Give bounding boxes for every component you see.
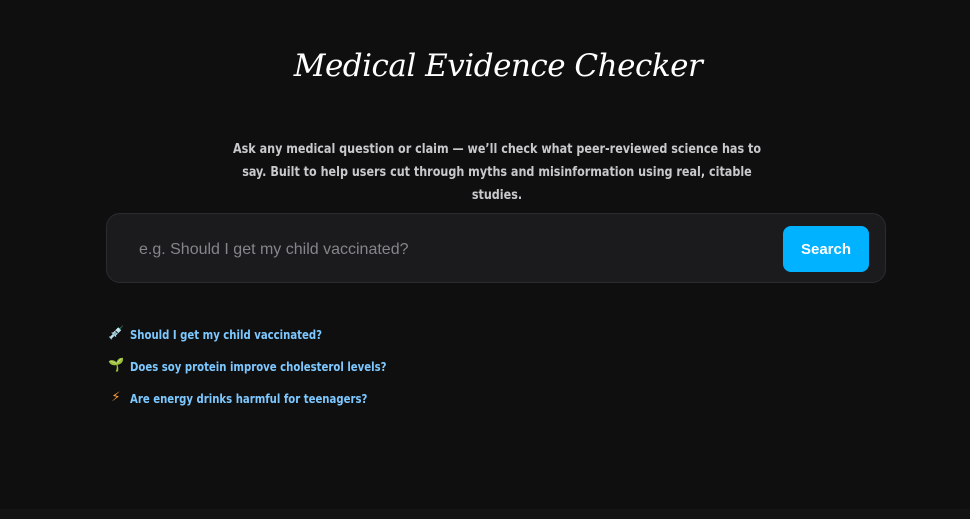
- search-input[interactable]: [137, 232, 761, 268]
- example-question-text[interactable]: Does soy protein improve cholesterol lev…: [130, 359, 386, 374]
- bottom-edge: [0, 509, 970, 519]
- example-question-text[interactable]: Should I get my child vaccinated?: [130, 327, 322, 342]
- seedling-icon: 🌱: [108, 358, 125, 373]
- example-question-text[interactable]: Are energy drinks harmful for teenagers?: [130, 391, 367, 406]
- example-questions: 💉 Should I get my child vaccinated? 🌱 Do…: [108, 324, 415, 420]
- example-question-soy-protein[interactable]: 🌱 Does soy protein improve cholesterol l…: [108, 356, 415, 376]
- search-button[interactable]: Search: [783, 226, 869, 272]
- example-question-vaccination[interactable]: 💉 Should I get my child vaccinated?: [108, 324, 415, 344]
- example-question-energy-drinks[interactable]: ⚡ Are energy drinks harmful for teenager…: [108, 388, 415, 408]
- page: Medical Evidence Checker Ask any medical…: [0, 0, 970, 509]
- page-description: Ask any medical question or claim — we’l…: [232, 141, 762, 203]
- search-box: Search: [106, 213, 886, 283]
- lightning-icon: ⚡: [111, 390, 121, 405]
- syringe-icon: 💉: [108, 326, 125, 341]
- page-title: Medical Evidence Checker: [293, 48, 703, 84]
